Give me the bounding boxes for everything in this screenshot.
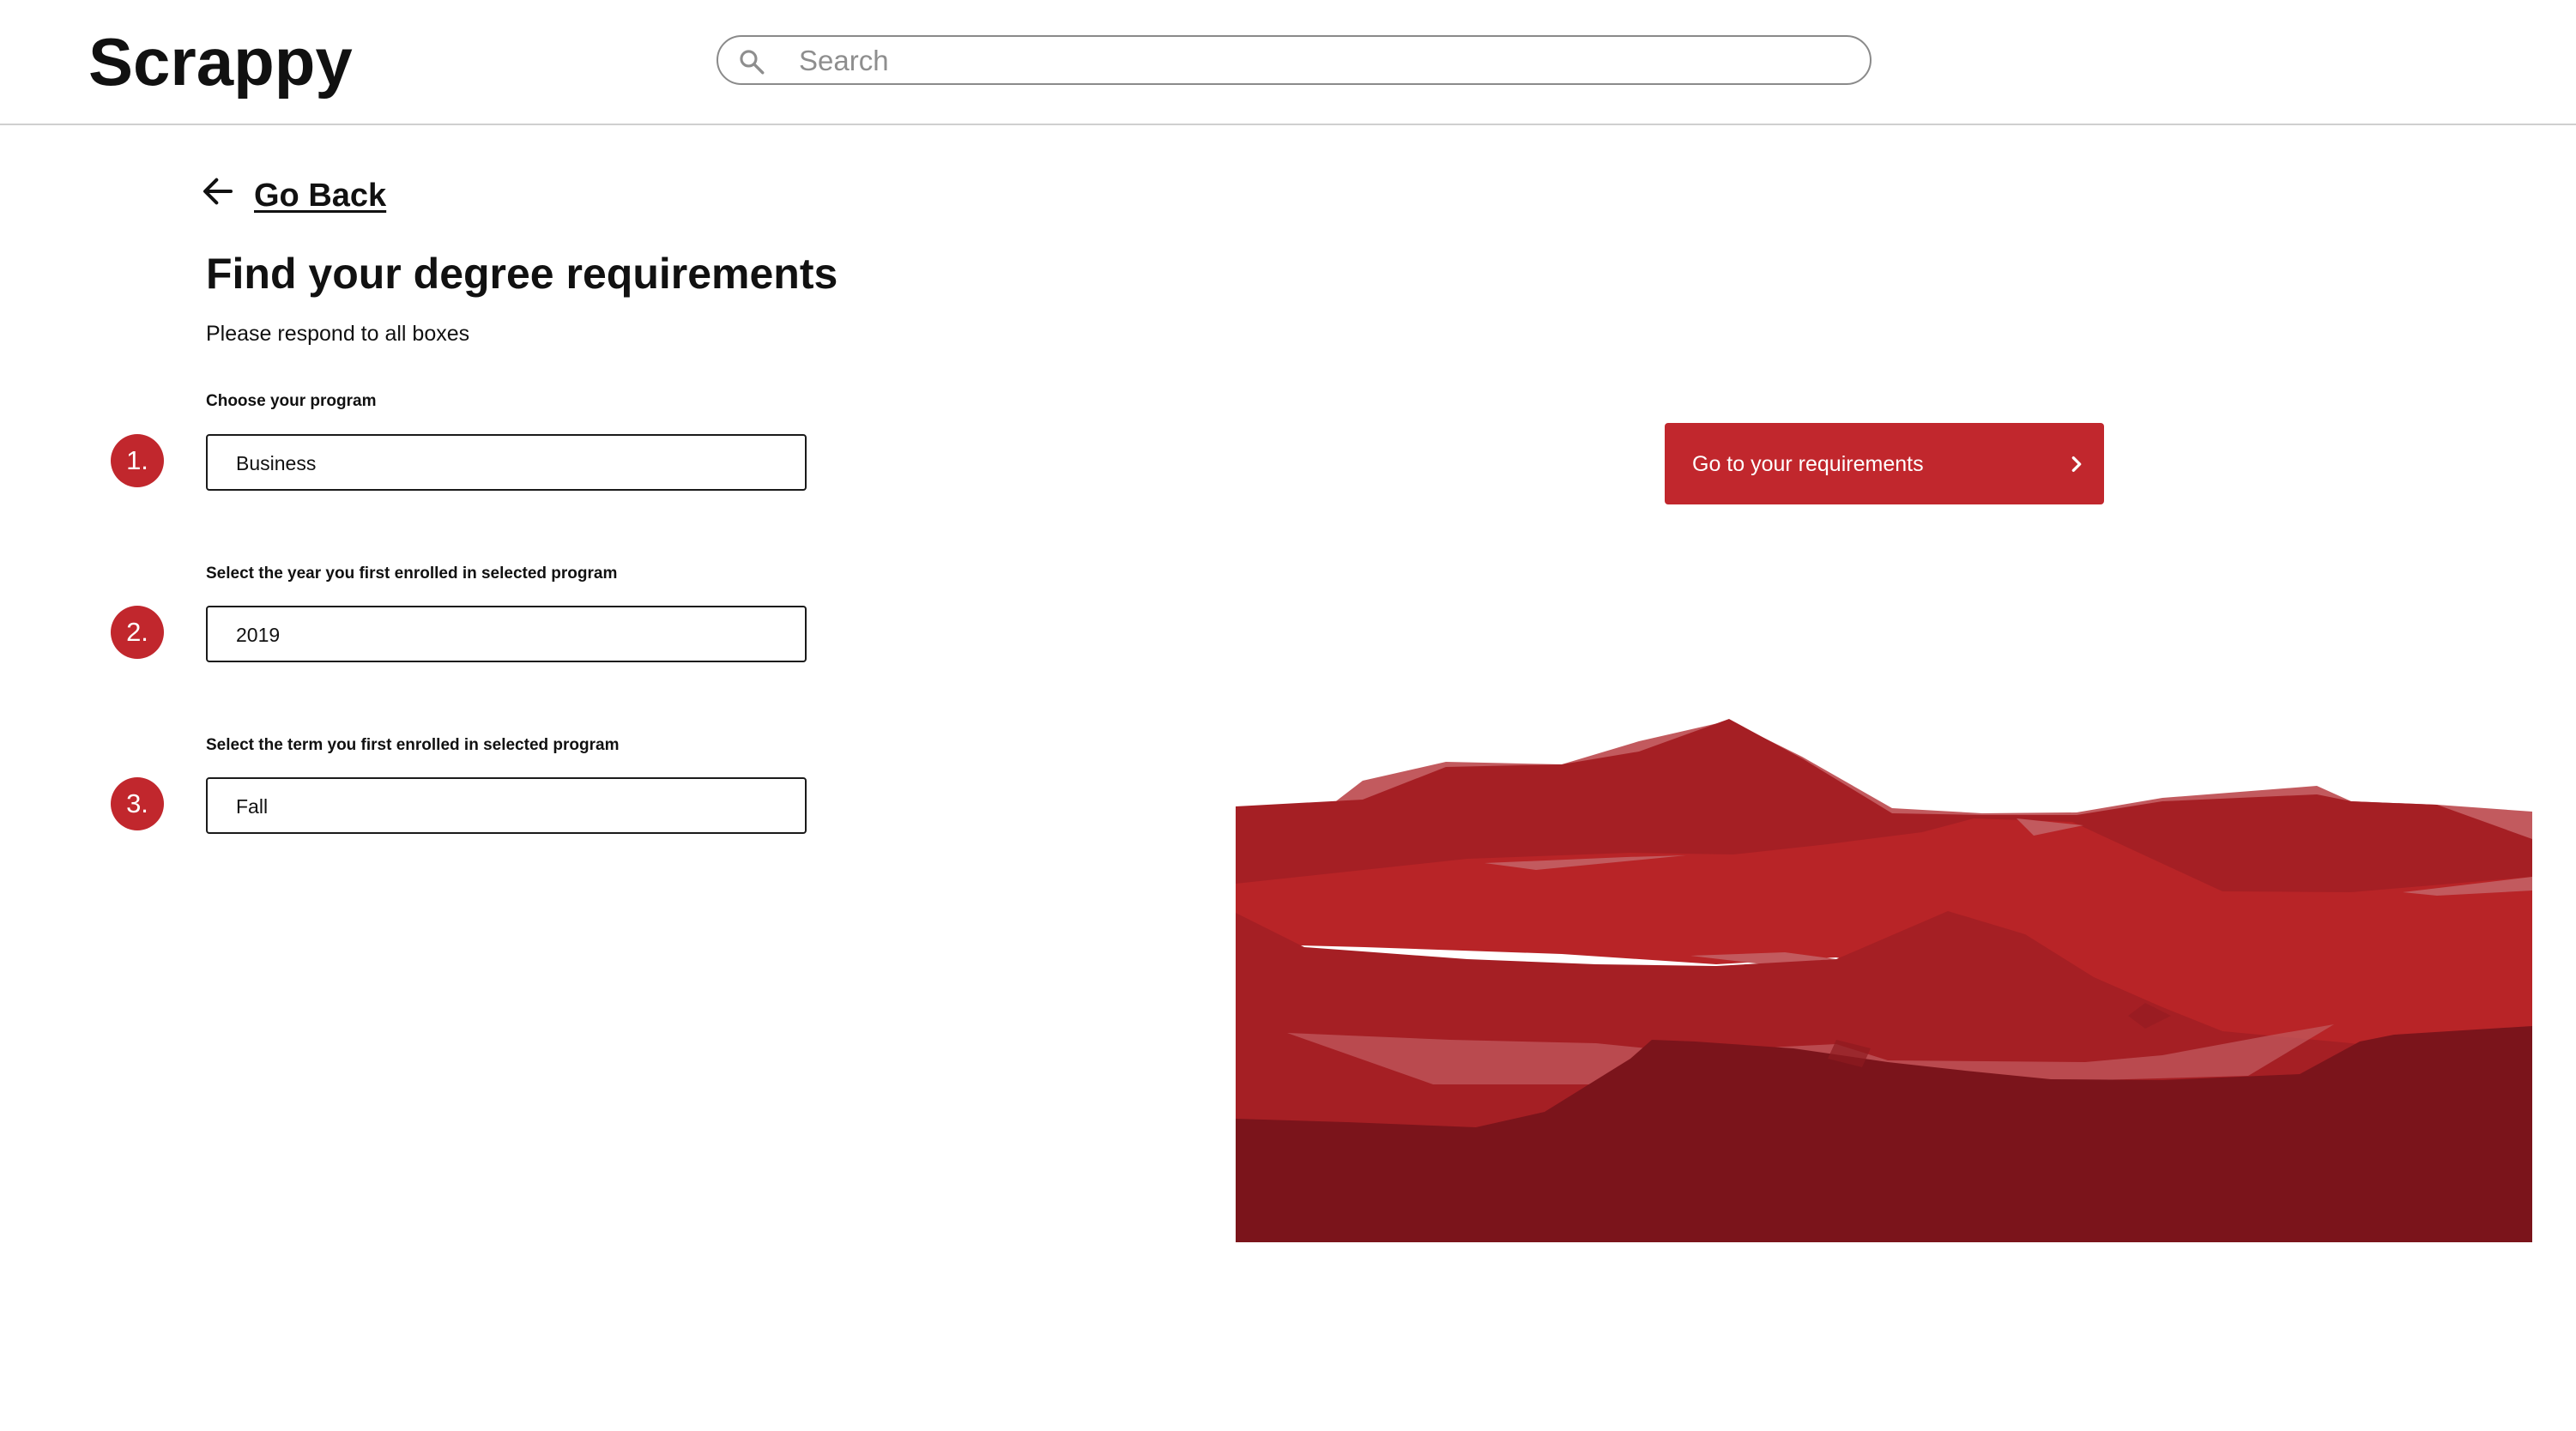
go-to-requirements-label: Go to your requirements [1692,452,1924,476]
search-icon [740,50,765,75]
go-back-link[interactable]: Go Back [201,172,386,220]
search-input[interactable] [797,42,1847,80]
page-subtitle: Please respond to all boxes [206,322,470,346]
search-bar[interactable] [717,35,1872,85]
year-select[interactable]: 2019 [206,606,807,662]
step-3-badge: 3. [111,777,164,830]
step-1-badge: 1. [111,434,164,487]
go-to-requirements-button[interactable]: Go to your requirements [1665,423,2104,504]
page-title: Find your degree requirements [206,250,838,298]
arrow-left-icon [203,178,233,205]
term-select[interactable]: Fall [206,777,807,834]
step-2-label: Select the year you first enrolled in se… [206,565,618,583]
top-bar: Scrappy [0,0,2576,125]
step-3-label: Select the term you first enrolled in se… [206,736,620,754]
go-back-label[interactable]: Go Back [254,178,386,214]
program-select[interactable]: Business [206,434,807,491]
program-select-value: Business [236,452,317,474]
term-select-value: Fall [236,795,269,818]
mountain-illustration [1236,719,2532,1242]
step-2-badge: 2. [111,606,164,659]
app-logo[interactable]: Scrappy [88,21,353,103]
chevron-right-icon [2071,456,2082,472]
step-1-label: Choose your program [206,392,377,410]
year-select-value: 2019 [236,624,281,646]
page: Scrappy Go Back Find your degree require… [0,0,2576,1431]
